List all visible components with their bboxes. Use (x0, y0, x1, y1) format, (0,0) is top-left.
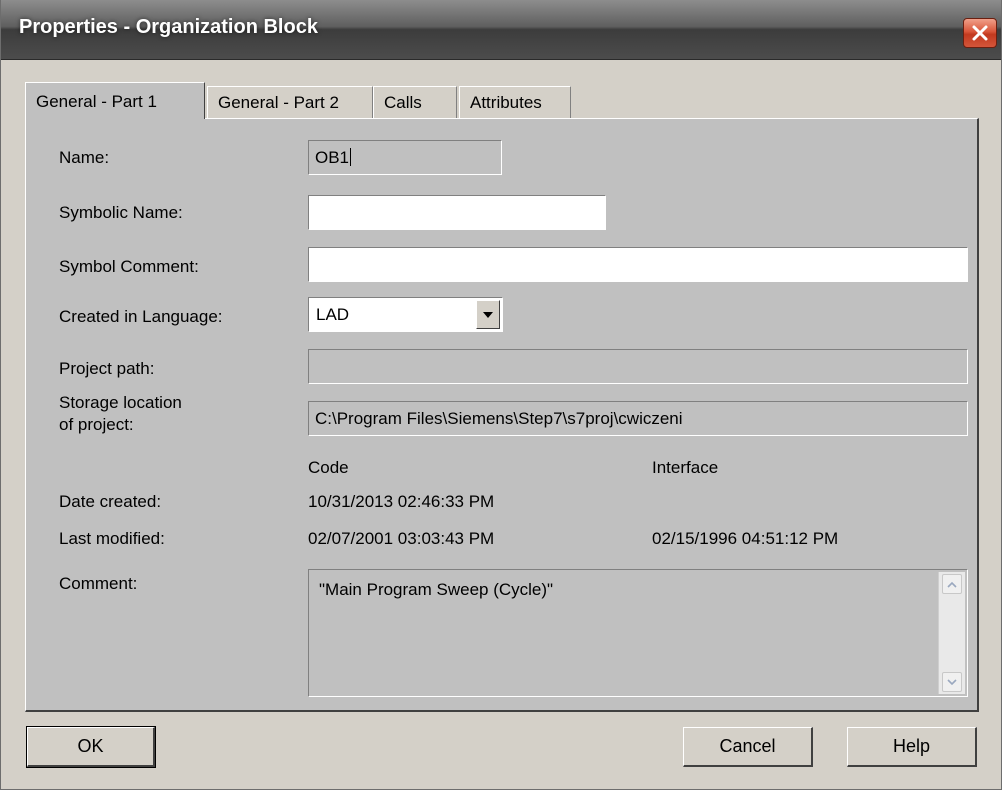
symbol-comment-label: Symbol Comment: (59, 257, 199, 276)
tab-calls[interactable]: Calls (373, 86, 457, 118)
comment-value: "Main Program Sweep (Cycle)" (319, 580, 554, 599)
chevron-down-icon (947, 678, 957, 685)
tab-general-part-2[interactable]: General - Part 2 (207, 86, 373, 118)
language-value: LAD (316, 305, 350, 324)
dropdown-arrow-button[interactable] (476, 300, 500, 329)
title-bar[interactable]: Properties - Organization Block (1, 0, 1001, 60)
project-path-label: Project path: (59, 359, 155, 378)
scroll-down-button[interactable] (942, 672, 962, 692)
last-modified-code-value: 02/07/2001 03:03:43 PM (308, 529, 495, 548)
project-path-field[interactable] (308, 349, 968, 384)
comment-label: Comment: (59, 574, 138, 593)
scroll-up-button[interactable] (942, 574, 962, 594)
text-caret (350, 148, 352, 166)
storage-location-field[interactable]: C:\Program Files\Siemens\Step7\s7proj\cw… (308, 401, 968, 436)
chevron-up-icon (947, 581, 957, 588)
symbol-comment-input[interactable] (308, 247, 968, 282)
help-button[interactable]: Help (847, 727, 977, 767)
name-value: OB1 (315, 148, 350, 167)
properties-dialog: Properties - Organization Block General … (0, 0, 1002, 790)
tab-panel-general-part-1: Name: OB1 Symbolic Name: Symbol Comment:… (25, 118, 979, 712)
tab-attributes[interactable]: Attributes (459, 86, 571, 118)
language-select[interactable]: LAD (308, 297, 503, 332)
interface-column-header: Interface (652, 458, 719, 477)
storage-location-label-line2: of project: (59, 415, 134, 434)
symbolic-name-label: Symbolic Name: (59, 203, 183, 222)
close-icon (972, 25, 988, 41)
symbolic-name-input[interactable] (308, 195, 606, 230)
cancel-button[interactable]: Cancel (683, 727, 813, 767)
name-label: Name: (59, 148, 110, 167)
comment-textarea[interactable]: "Main Program Sweep (Cycle)" (308, 569, 968, 697)
storage-location-label-line1: Storage location (59, 393, 182, 412)
code-column-header: Code (308, 458, 349, 477)
window-title: Properties - Organization Block (19, 16, 318, 38)
last-modified-label: Last modified: (59, 529, 165, 548)
comment-scrollbar[interactable] (938, 572, 965, 694)
ok-button[interactable]: OK (26, 726, 156, 768)
tab-general-part-1[interactable]: General - Part 1 (25, 82, 205, 119)
last-modified-interface-value: 02/15/1996 04:51:12 PM (652, 529, 839, 548)
language-label: Created in Language: (59, 307, 223, 326)
close-button[interactable] (963, 18, 997, 48)
name-field[interactable]: OB1 (308, 140, 502, 175)
date-created-code-value: 10/31/2013 02:46:33 PM (308, 492, 495, 511)
date-created-label: Date created: (59, 492, 162, 511)
chevron-down-icon (483, 311, 493, 318)
